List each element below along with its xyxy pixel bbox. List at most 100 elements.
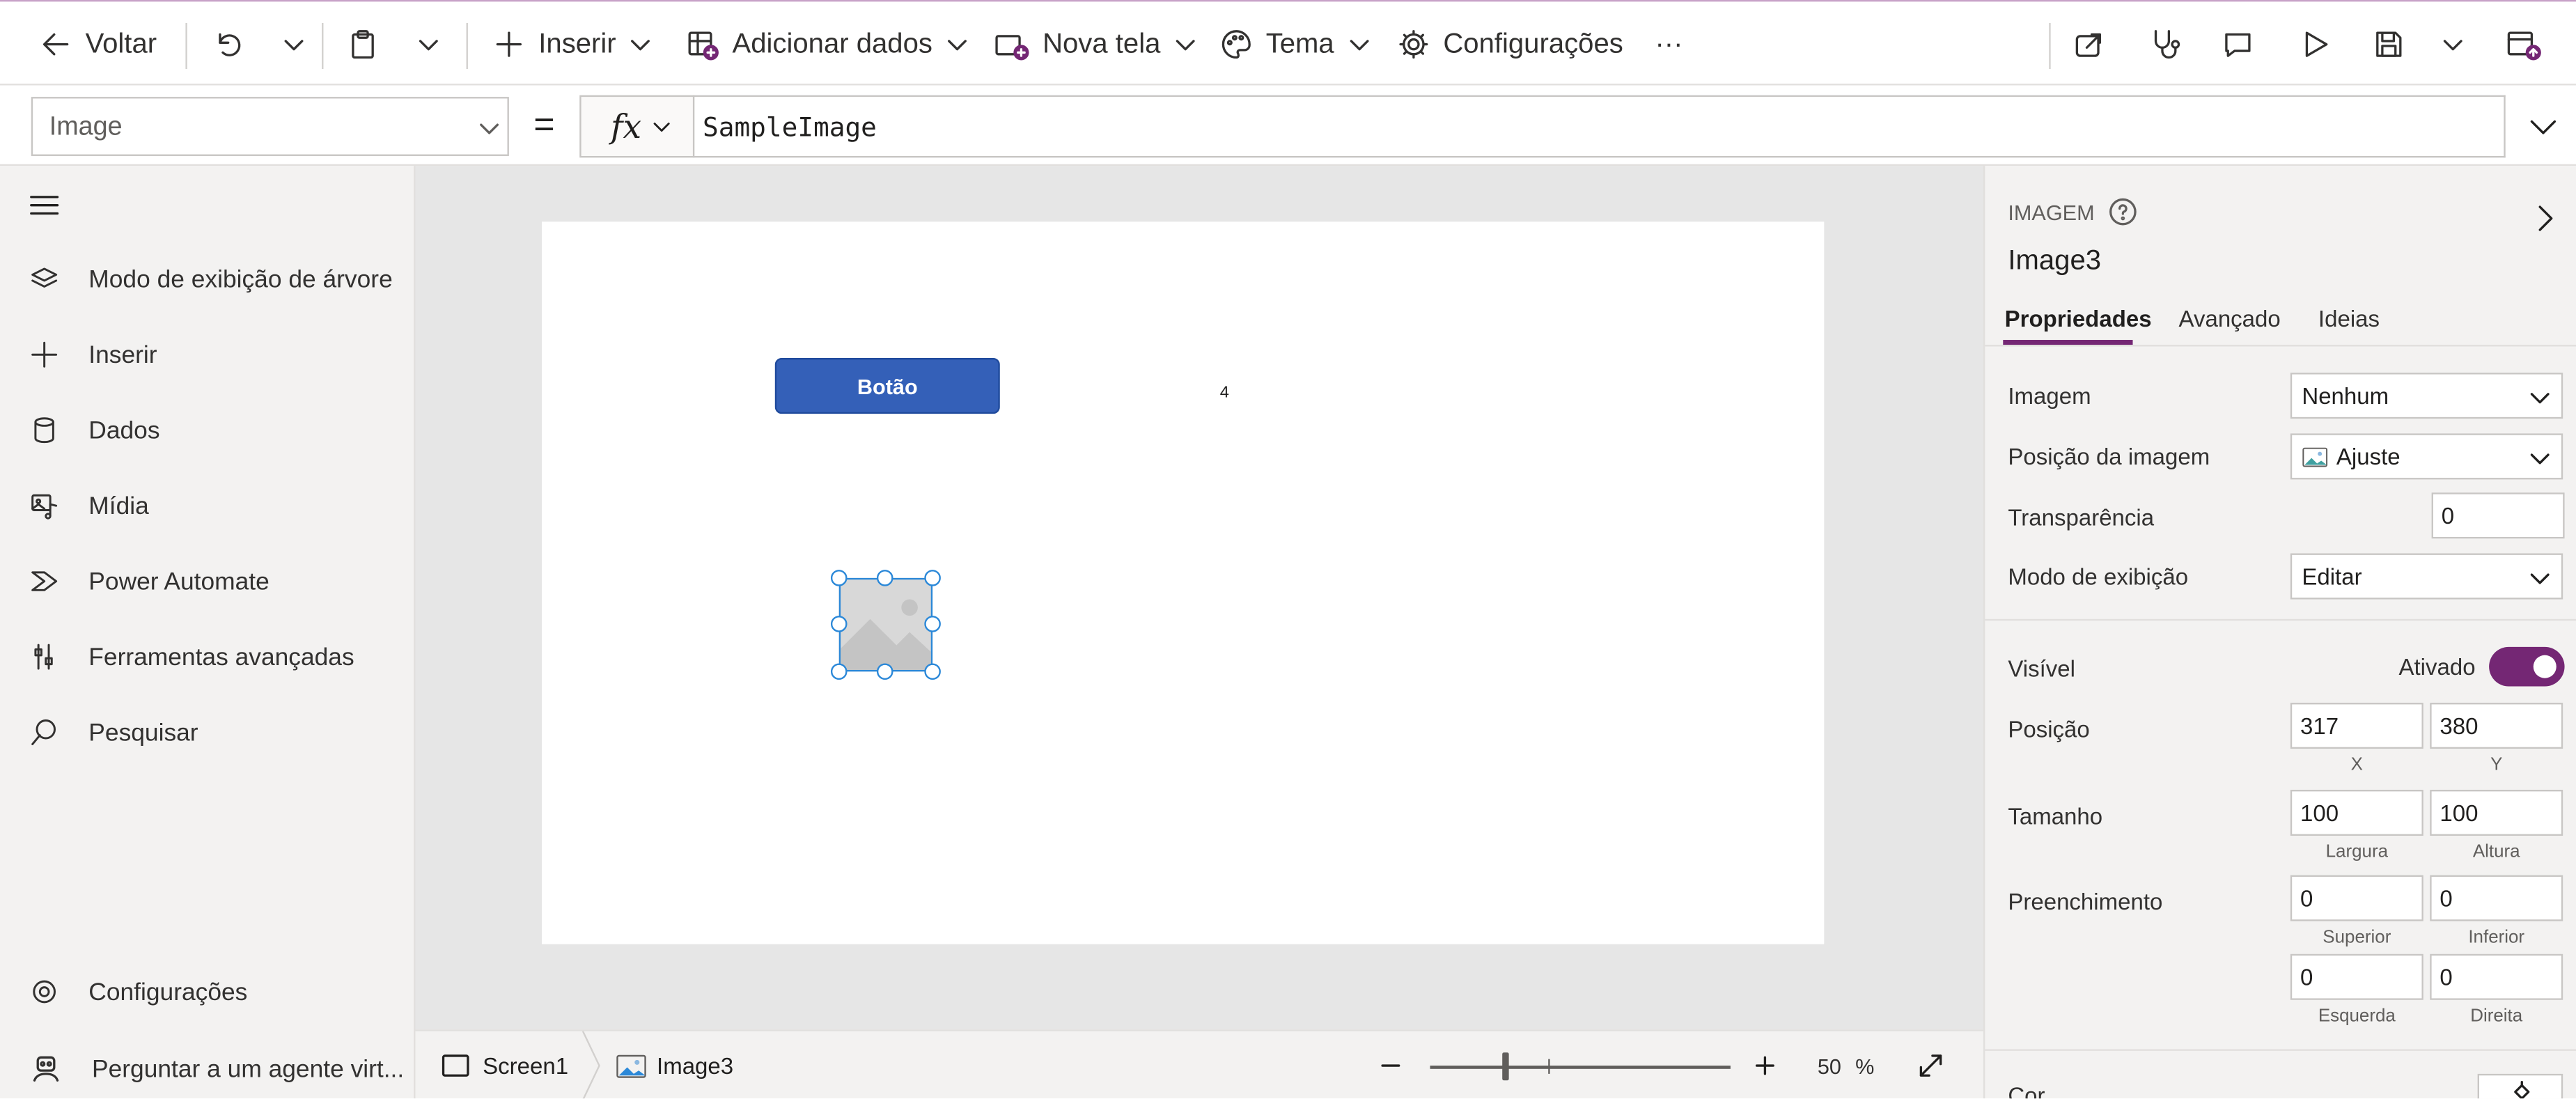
undo-button[interactable] (212, 1, 244, 87)
more-button[interactable]: ··· (1655, 1, 1683, 87)
zoom-out-icon[interactable] (1379, 1054, 1402, 1077)
add-data-label: Adicionar dados (732, 28, 932, 59)
canvas-button-control[interactable]: Botão (774, 357, 1000, 414)
visible-toggle[interactable] (2489, 646, 2565, 687)
paste-button[interactable] (346, 1, 379, 87)
comments-button[interactable] (2222, 1, 2254, 87)
app-screen[interactable] (542, 221, 1825, 944)
nav-power-automate[interactable]: Power Automate (29, 566, 270, 595)
resize-handle[interactable] (924, 663, 941, 680)
preview-button[interactable] (2299, 1, 2332, 87)
nav-label: Configurações (88, 977, 248, 1006)
nav-virtual-agent[interactable]: Perguntar a um agente virt... (29, 1052, 404, 1085)
settings-button[interactable]: Configurações (1397, 1, 1623, 87)
fit-image-icon (2302, 446, 2328, 467)
width-input[interactable]: 100 (2290, 790, 2423, 836)
visible-label: Visível (2008, 655, 2075, 682)
nav-tree-view[interactable]: Modo de exibição de árvore (29, 265, 393, 294)
expand-formula-icon[interactable] (2527, 110, 2559, 143)
app-checker-button[interactable] (2148, 1, 2180, 87)
zoom-slider[interactable] (1430, 1066, 1731, 1068)
nav-media[interactable]: Mídia (29, 491, 149, 520)
chevron-down-icon (947, 40, 967, 51)
left-navigation: Modo de exibição de árvore Inserir Dados… (0, 166, 416, 1099)
display-mode-dropdown[interactable]: Editar (2290, 553, 2563, 600)
add-data-button[interactable]: Adicionar dados (686, 1, 968, 87)
zoom-slider-thumb[interactable] (1502, 1052, 1509, 1081)
position-y-input[interactable]: 380 (2430, 703, 2563, 749)
collapse-panel-icon[interactable] (2534, 202, 2557, 235)
resize-handle[interactable] (924, 570, 941, 586)
nav-advanced-tools[interactable]: Ferramentas avançadas (29, 642, 354, 671)
property-selector[interactable]: Image (31, 97, 509, 156)
function-button[interactable]: fx (579, 95, 695, 158)
padding-top-caption: Superior (2323, 928, 2391, 948)
chevron-down-icon (631, 40, 650, 51)
padding-bottom-input[interactable]: 0 (2430, 875, 2563, 921)
x-caption: X (2350, 755, 2363, 775)
position-label: Posição (2008, 715, 2090, 742)
resize-handle[interactable] (876, 663, 893, 680)
tools-icon (34, 644, 53, 670)
save-button[interactable] (2373, 1, 2405, 87)
nav-insert[interactable]: Inserir (29, 340, 157, 369)
transparency-label: Transparência (2008, 504, 2155, 531)
undo-dropdown[interactable] (283, 1, 306, 87)
resize-handle[interactable] (830, 616, 848, 632)
hamburger-menu-icon[interactable] (28, 189, 61, 221)
chevron-down-icon (419, 40, 438, 51)
y-caption: Y (2490, 755, 2503, 775)
breadcrumb-control[interactable]: Image3 (616, 1031, 733, 1099)
breadcrumb-screen[interactable]: Screen1 (442, 1031, 568, 1099)
canvas-image-control[interactable] (838, 577, 933, 672)
nav-data[interactable]: Dados (29, 415, 160, 444)
chevron-down-icon (1176, 40, 1195, 51)
position-x-input[interactable]: 317 (2290, 703, 2423, 749)
control-name[interactable]: Image3 (2008, 244, 2101, 277)
chevron-down-icon (2530, 573, 2550, 584)
share-icon (2075, 33, 2102, 57)
help-icon[interactable] (2108, 197, 2137, 226)
save-dropdown[interactable] (2442, 1, 2465, 87)
color-picker[interactable] (2477, 1073, 2563, 1099)
resize-handle[interactable] (876, 570, 893, 586)
formula-input[interactable]: SampleImage (692, 95, 2506, 158)
canvas-label-control[interactable]: 4 (1220, 384, 1229, 403)
nav-search[interactable]: Pesquisar (29, 717, 198, 747)
transparency-input[interactable]: 0 (2431, 492, 2565, 539)
share-button[interactable] (2072, 1, 2105, 87)
publish-button[interactable] (2506, 1, 2542, 87)
chevron-down-icon (480, 123, 499, 134)
zoom-value: 50 (1817, 1054, 1841, 1079)
resize-handle[interactable] (830, 570, 848, 586)
new-screen-label: Nova tela (1043, 28, 1161, 59)
insert-button[interactable]: Inserir (492, 1, 652, 87)
nav-settings[interactable]: Configurações (29, 977, 247, 1006)
resize-handle[interactable] (830, 663, 848, 680)
toggle-knob (2533, 655, 2557, 678)
database-icon (34, 417, 54, 444)
paste-dropdown[interactable] (417, 1, 440, 87)
fit-to-window-icon[interactable] (1916, 1051, 1945, 1080)
screen-icon (442, 1054, 469, 1077)
layers-icon (31, 267, 58, 288)
resize-handle[interactable] (924, 616, 941, 632)
tab-advanced[interactable]: Avançado (2179, 306, 2281, 332)
new-screen-button[interactable]: Nova tela (993, 1, 1196, 87)
height-input[interactable]: 100 (2430, 790, 2563, 836)
image-position-dropdown[interactable]: Ajuste (2290, 433, 2563, 480)
breadcrumb-separator-icon (581, 1031, 600, 1099)
tab-properties[interactable]: Propriedades (2005, 306, 2152, 332)
tab-ideas[interactable]: Ideias (2318, 306, 2380, 332)
zoom-in-icon[interactable] (1754, 1054, 1777, 1077)
image-dropdown[interactable]: Nenhum (2290, 373, 2563, 419)
media-icon (31, 494, 58, 520)
nav-label: Perguntar a um agente virt... (92, 1054, 405, 1083)
properties-panel: IMAGEM Image3 Propriedades Avançado Idei… (1983, 166, 2576, 1099)
padding-left-input[interactable]: 0 (2290, 953, 2423, 1000)
back-button[interactable]: Voltar (40, 1, 157, 87)
padding-top-input[interactable]: 0 (2290, 875, 2423, 921)
nav-label: Mídia (88, 492, 149, 520)
theme-button[interactable]: Tema (1220, 1, 1371, 87)
padding-right-input[interactable]: 0 (2430, 953, 2563, 1000)
